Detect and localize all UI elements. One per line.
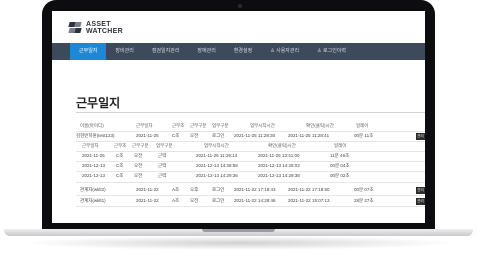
nav-item-login-history[interactable]: ♙ 로그인이력 <box>308 43 355 60</box>
logo-line-1: ASSET <box>86 21 111 28</box>
cell-shift: 오전 <box>134 173 143 178</box>
laptop-notch <box>202 229 275 232</box>
cell-date: 2021-12-13 <box>82 163 106 168</box>
cell-confirm: 2021-11-25 13:41:00 <box>258 153 300 158</box>
cell-shift: 오전 <box>190 133 199 138</box>
camera-icon <box>238 4 242 8</box>
col-delay: 일레이 <box>334 143 347 148</box>
col-task: 업무구분 <box>156 143 173 148</box>
cell-delay: 00분 04초 <box>330 163 350 168</box>
manage-button[interactable]: 관리 <box>416 198 425 205</box>
col-team: 근무조 <box>172 123 185 128</box>
col-date: 근무일자 <box>82 143 99 148</box>
table-row[interactable]: 관계자(wklt2) 2021-11-22 A조 오후 로그인 2021-11-… <box>52 185 425 195</box>
top-nav: 근무일지 장비관리 점검일지관리 장애관리 환경설정 ♙ 사용자관리 ♙ 로그인… <box>52 43 425 60</box>
col-team: 근무조 <box>114 143 127 148</box>
cell-delay: 28분 27초 <box>354 198 374 203</box>
cell-delay: 00분 11초 <box>354 133 374 138</box>
col-start: 업무시작시간 <box>250 123 275 128</box>
col-delay: 일레이 <box>356 123 369 128</box>
cell-delay: 00분 02초 <box>330 173 350 178</box>
cell-team: C조 <box>116 153 124 158</box>
cell-task: 근력 <box>158 173 167 178</box>
title-divider <box>76 112 425 113</box>
logo-line-2: WATCHER <box>86 28 123 35</box>
cell-confirm: 2021-12-13 14:29:38 <box>258 173 300 178</box>
table-row[interactable]: 관계자(wklt1) 2021-11-22 A조 오전 로그인 2021-11-… <box>52 196 425 206</box>
col-shift: 근무구분 <box>132 143 149 148</box>
logo-icon <box>68 22 82 34</box>
cell-shift: 오후 <box>190 187 199 192</box>
cell-name: 김현빈학원(test123) <box>76 133 115 138</box>
cell-confirm: 2021-11-22 17:18:50 <box>288 187 330 192</box>
table-header: 이름(아이디) 근무일자 근무조 근무구분 업무구분 업무시작시간 확인(클릭)… <box>52 121 425 131</box>
cell-task: 로그인 <box>212 187 225 192</box>
col-task: 업무구분 <box>212 123 229 128</box>
nav-item-users-label: 사용자관리 <box>276 48 300 54</box>
logo-text: ASSET WATCHER <box>86 21 123 35</box>
cell-start: 2021-11-22 17:18:43 <box>234 187 276 192</box>
col-date: 근무일자 <box>136 123 153 128</box>
cell-start: 2021-12-13 14:28:58 <box>196 163 238 168</box>
cell-team: A조 <box>172 187 180 192</box>
detail-table-header: 근무일자 근무조 근무구분 업무구분 업무시작시간 확인(클릭)시간 일레이 <box>52 141 425 151</box>
cell-shift: 오전 <box>134 163 143 168</box>
nav-item-work-log[interactable]: 근무일지 <box>70 43 107 60</box>
cell-start: 2021-12-13 14:29:36 <box>196 173 238 178</box>
cell-name: 관계자(wklt2) <box>80 187 106 192</box>
cell-start: 2021-11-25 11:28:30 <box>234 133 276 138</box>
nav-item-equipment[interactable]: 장비관리 <box>106 43 142 60</box>
detail-table-row[interactable]: 2021-11-25 C조 오전 근력 2021-11-25 11:29:14 … <box>52 151 425 161</box>
cell-date: 2021-11-25 <box>136 133 159 138</box>
cell-date: 2021-11-22 <box>136 187 159 192</box>
col-start: 업무시작시간 <box>204 143 229 148</box>
detail-table-row[interactable]: 2021-12-13 C조 오전 근력 2021-12-13 14:29:36 … <box>52 171 425 181</box>
manage-button[interactable]: 관리 <box>416 133 425 140</box>
cell-task: 로그인 <box>212 198 225 203</box>
laptop-bezel: ASSET WATCHER 근무일지 장비관리 점검일지관리 장애관리 환경설정… <box>42 0 435 232</box>
table-row[interactable]: 김현빈학원(test123) 2021-11-25 C조 오전 로그인 2021… <box>52 131 425 141</box>
cell-confirm: 2021-12-13 14:29:02 <box>258 163 300 168</box>
cell-task: 로그인 <box>212 133 225 138</box>
cell-task: 근력 <box>158 163 167 168</box>
manage-button[interactable]: 관리 <box>416 187 425 194</box>
nav-item-settings[interactable]: 환경설정 <box>225 43 261 60</box>
cell-start: 2021-11-25 11:29:14 <box>196 153 238 158</box>
col-confirm: 확인(클릭)시간 <box>268 143 296 148</box>
cell-team: C조 <box>172 133 180 138</box>
app-logo[interactable]: ASSET WATCHER <box>68 21 123 35</box>
cell-delay: 11분 46초 <box>330 153 350 158</box>
cell-team: C조 <box>116 173 124 178</box>
col-shift: 근무구분 <box>190 123 207 128</box>
nav-item-users[interactable]: ♙ 사용자관리 <box>261 43 308 60</box>
cell-name: 관계자(wklt1) <box>80 198 106 203</box>
nav-item-inspection-log[interactable]: 점검일지관리 <box>143 43 189 60</box>
laptop-shadow <box>18 236 458 250</box>
detail-table-row[interactable]: 2021-12-13 C조 오전 근력 2021-12-13 14:28:58 … <box>52 161 425 171</box>
col-confirm: 확인(클릭)시간 <box>306 123 334 128</box>
nav-item-failure[interactable]: 장애관리 <box>188 43 224 60</box>
cell-team: A조 <box>172 198 180 203</box>
laptop-screen: ASSET WATCHER 근무일지 장비관리 점검일지관리 장애관리 환경설정… <box>52 11 425 223</box>
page-title: 근무일지 <box>76 96 121 110</box>
row-divider <box>76 182 425 183</box>
cell-delay: 00분 07초 <box>354 187 374 192</box>
cell-team: C조 <box>116 163 124 168</box>
cell-confirm: 2021-11-22 15:07:13 <box>288 198 330 203</box>
cell-confirm: 2021-11-25 11:28:41 <box>288 133 330 138</box>
cell-shift: 오전 <box>190 198 199 203</box>
col-name: 이름(아이디) <box>80 123 104 128</box>
cell-shift: 오전 <box>134 153 143 158</box>
cell-start: 2021-11-22 14:28:46 <box>234 198 276 203</box>
nav-item-login-history-label: 로그인이력 <box>323 48 347 54</box>
cell-date: 2021-11-25 <box>82 153 105 158</box>
row-divider <box>76 206 425 207</box>
cell-date: 2021-11-22 <box>136 198 159 203</box>
cell-task: 근력 <box>158 153 167 158</box>
cell-date: 2021-12-13 <box>82 173 106 178</box>
